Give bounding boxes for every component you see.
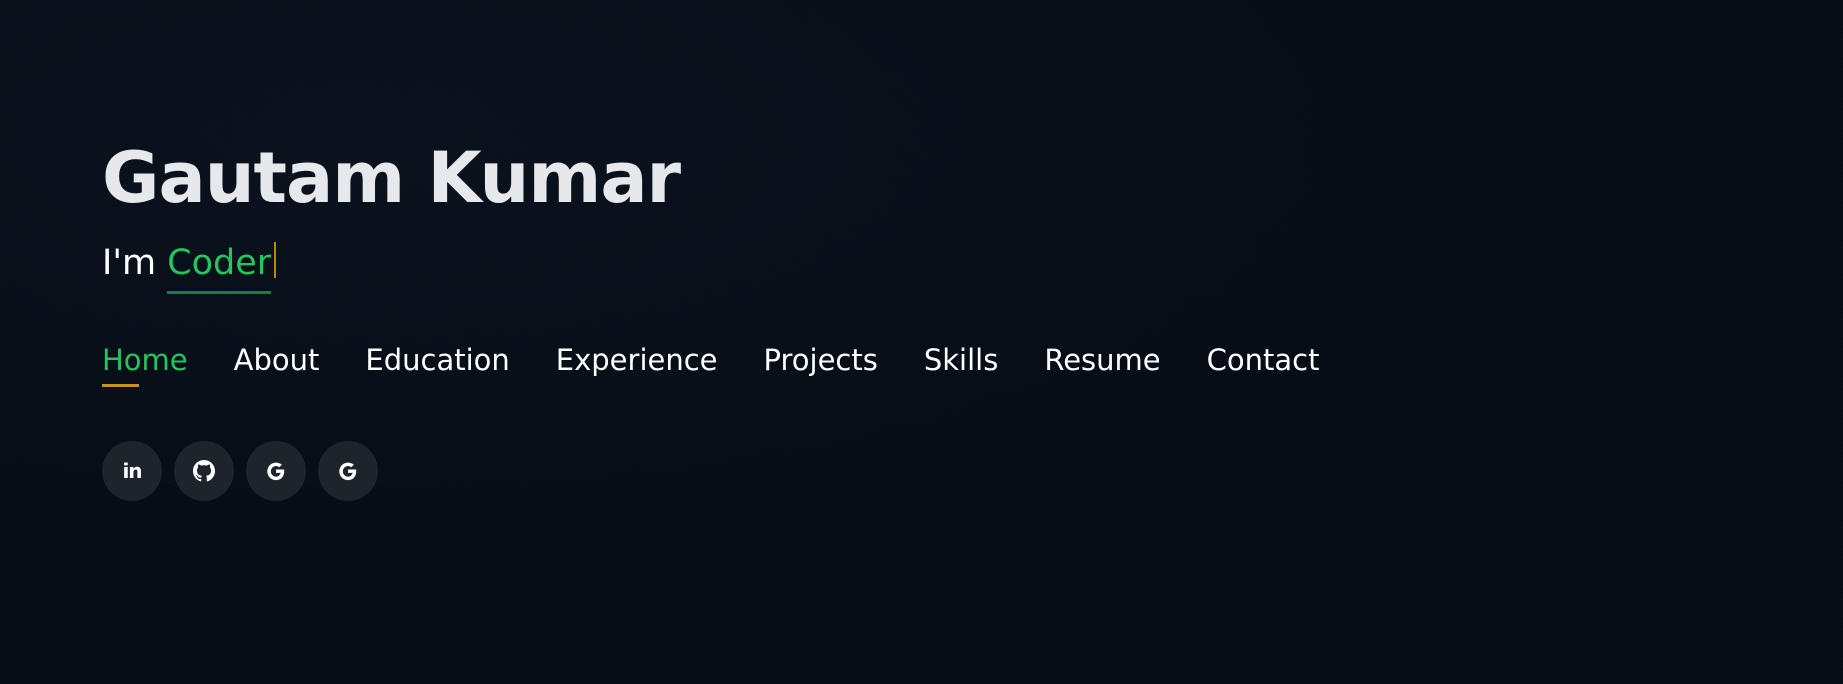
- linkedin-link[interactable]: in: [102, 441, 162, 501]
- nav-experience[interactable]: Experience: [556, 340, 718, 380]
- linkedin-icon: in: [122, 459, 142, 483]
- hero-tagline: I'm Coder: [102, 238, 680, 294]
- github-link[interactable]: [174, 441, 234, 501]
- typed-word: Coder: [167, 238, 272, 294]
- google-link-2[interactable]: [318, 441, 378, 501]
- github-icon: [193, 460, 215, 482]
- nav-resume[interactable]: Resume: [1044, 340, 1160, 380]
- nav-contact[interactable]: Contact: [1207, 340, 1320, 380]
- nav-about[interactable]: About: [234, 340, 320, 380]
- google-icon: [267, 462, 285, 481]
- nav-projects[interactable]: Projects: [764, 340, 878, 380]
- tagline-prefix: I'm: [102, 243, 168, 283]
- nav-education[interactable]: Education: [365, 340, 509, 380]
- main-nav: Home About Education Experience Projects…: [102, 340, 1320, 387]
- nav-home[interactable]: Home: [102, 340, 188, 387]
- hero-section: Gautam Kumar I'm Coder: [102, 128, 681, 294]
- social-links: in: [102, 441, 378, 501]
- typing-cursor: [274, 242, 277, 278]
- google-icon: [339, 462, 357, 481]
- hero-name: Gautam Kumar: [102, 137, 681, 219]
- google-link[interactable]: [246, 441, 306, 501]
- nav-skills[interactable]: Skills: [924, 340, 998, 380]
